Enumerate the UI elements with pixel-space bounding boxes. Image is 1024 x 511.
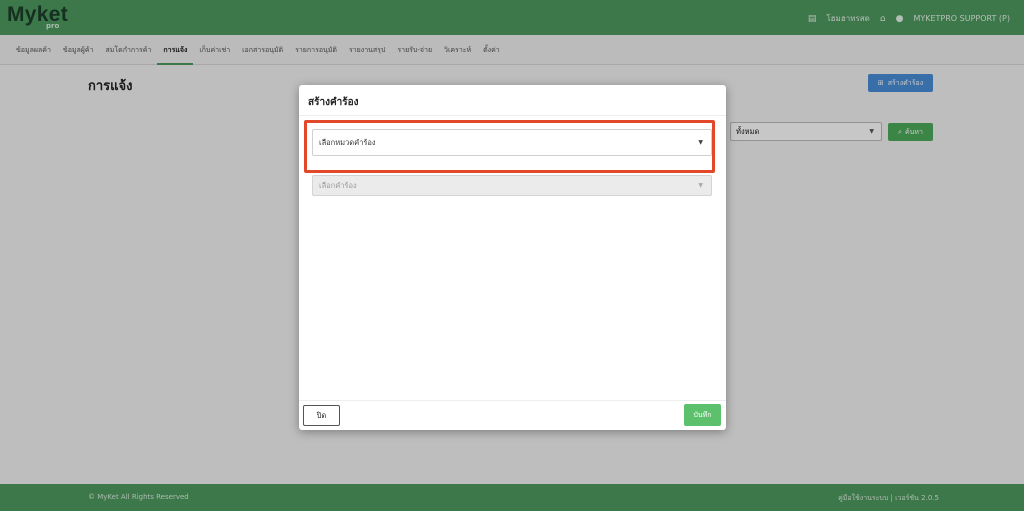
save-button[interactable]: บันทึก bbox=[684, 404, 721, 426]
request-type-placeholder: เลือกคำร้อง bbox=[319, 181, 357, 190]
create-request-modal: สร้างคำร้อง เลือกหมวดคำร้อง ▼ เลือกคำร้อ… bbox=[299, 85, 726, 430]
modal-footer-divider bbox=[299, 400, 726, 401]
chevron-down-icon: ▼ bbox=[698, 182, 703, 189]
highlight-box bbox=[304, 120, 715, 173]
request-type-select[interactable]: เลือกคำร้อง ▼ bbox=[312, 175, 712, 196]
modal-header-divider bbox=[299, 115, 726, 116]
modal-title: สร้างคำร้อง bbox=[308, 97, 359, 108]
close-button[interactable]: ปิด bbox=[303, 405, 340, 426]
